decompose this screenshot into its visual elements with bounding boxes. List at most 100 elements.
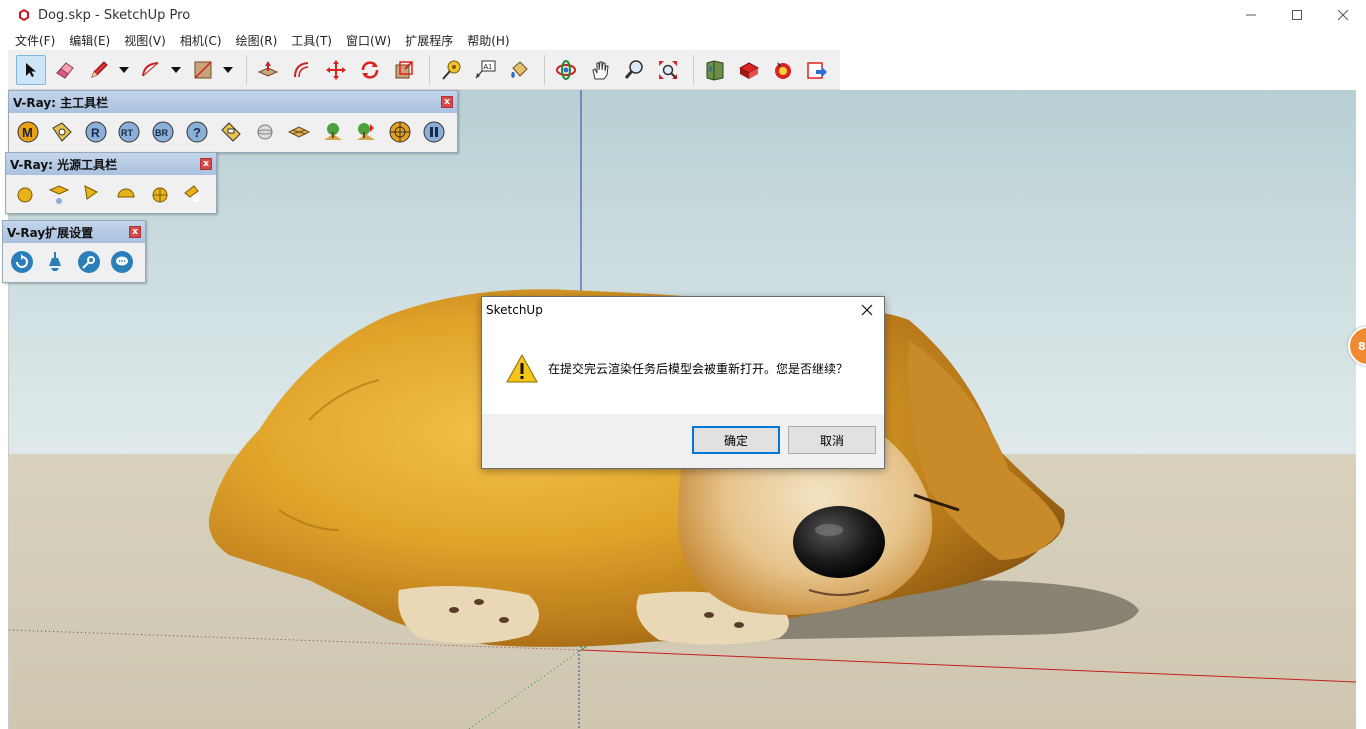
vray-proxy-import-icon [357, 123, 376, 140]
arc-tool-button[interactable] [136, 55, 166, 85]
3d-warehouse-icon [706, 59, 724, 81]
dome-light-button[interactable] [111, 179, 141, 209]
vray-proxy-export-button[interactable] [318, 117, 348, 147]
pan-tool-button[interactable] [585, 55, 615, 85]
dialog-close-button[interactable] [856, 299, 878, 321]
send-to-layout-button[interactable] [802, 55, 832, 85]
rectangle-tool-button[interactable] [188, 55, 218, 85]
paint-bucket-tool-button[interactable] [504, 55, 534, 85]
vray-frame-buffer-button[interactable] [216, 117, 246, 147]
spot-light-icon [84, 185, 99, 200]
vray-fur-button[interactable] [385, 117, 415, 147]
dialog-message: 在提交完云渲染任务后模型会被重新打开。您是否继续？ [548, 362, 849, 376]
rectangle-icon [194, 60, 212, 79]
rotate-tool-button[interactable] [355, 55, 385, 85]
spot-light-button[interactable] [77, 179, 107, 209]
arc-icon [142, 61, 159, 76]
vray-main-toolbar-close-button[interactable]: x [441, 96, 453, 108]
arc-tool-dropdown[interactable] [170, 55, 182, 85]
vray-rt-render-button[interactable]: RT [115, 117, 145, 147]
ok-button[interactable]: 确定 [692, 426, 780, 454]
tape-measure-icon [442, 60, 461, 80]
vray-refresh-button[interactable] [7, 247, 37, 277]
vray-help-button[interactable]: ? [182, 117, 212, 147]
push-pull-tool-button[interactable] [253, 55, 283, 85]
eraser-tool-button[interactable] [50, 55, 80, 85]
vray-material-editor-button[interactable]: M [13, 117, 43, 147]
orbit-icon [556, 59, 576, 80]
vray-light-toolbar-header[interactable]: V-Ray: 光源工具栏 x [6, 153, 216, 175]
vray-render-button[interactable]: R [81, 117, 111, 147]
layout-button[interactable] [768, 55, 798, 85]
vray-sphere-button[interactable] [250, 117, 280, 147]
vray-chat-button[interactable] [108, 247, 138, 277]
toolbar-separator [246, 54, 247, 85]
vray-light-toolbar-close-button[interactable]: x [200, 158, 212, 170]
paint-bucket-icon [511, 60, 528, 78]
offset-tool-button[interactable] [287, 55, 317, 85]
omni-light-button[interactable] [10, 179, 40, 209]
cancel-button[interactable]: 取消 [788, 426, 876, 454]
select-tool-button[interactable] [16, 54, 46, 85]
window-title: Dog.skp - SketchUp Pro [38, 7, 191, 23]
dialog-footer: 确定 取消 [482, 414, 884, 468]
vray-pause-button[interactable] [419, 117, 449, 147]
vray-frame-buffer-icon [221, 122, 241, 142]
red-axis [580, 649, 1356, 683]
menu-help[interactable]: 帮助(H) [460, 32, 516, 49]
dialog-title-bar[interactable]: SketchUp [482, 297, 884, 323]
vray-options-button[interactable] [47, 117, 77, 147]
menu-draw[interactable]: 绘图(R) [229, 32, 285, 49]
menu-window[interactable]: 窗口(W) [339, 32, 398, 49]
dialog-title: SketchUp [486, 303, 543, 317]
rect-light-button[interactable] [44, 179, 74, 209]
text-tool-button[interactable]: A1 [470, 55, 500, 85]
extension-warehouse-button[interactable] [734, 55, 764, 85]
menu-file[interactable]: 文件(F) [8, 32, 62, 49]
maximize-button[interactable] [1274, 0, 1320, 30]
sphere-light-button[interactable] [145, 179, 175, 209]
dog-paw-left [398, 586, 539, 644]
minimize-icon [1246, 14, 1256, 16]
close-button[interactable] [1320, 0, 1366, 30]
toolbar-separator [429, 54, 430, 85]
omni-light-icon [17, 187, 33, 203]
minimize-button[interactable] [1228, 0, 1274, 30]
vray-extension-toolbar-close-button[interactable]: x [129, 226, 141, 238]
tape-measure-tool-button[interactable] [436, 55, 466, 85]
send-to-layout-icon [807, 61, 827, 79]
vray-batch-render-button[interactable]: BR [148, 117, 178, 147]
pencil-line-icon [91, 60, 108, 78]
vray-help-icon: ? [186, 121, 208, 143]
vray-light-toolbar-body [6, 175, 216, 213]
line-tool-dropdown[interactable] [118, 55, 130, 85]
menu-extensions[interactable]: 扩展程序 [398, 32, 460, 49]
vray-render-icon: R [85, 121, 107, 143]
refresh-icon [10, 251, 33, 273]
vray-main-toolbar-body: M R RT BR ? [9, 113, 457, 151]
zoom-tool-button[interactable] [619, 55, 649, 85]
vray-infinite-plane-button[interactable] [284, 117, 314, 147]
scale-tool-button[interactable] [389, 55, 419, 85]
3d-warehouse-button[interactable] [700, 55, 730, 85]
rectangle-tool-dropdown[interactable] [222, 55, 234, 85]
menu-camera[interactable]: 相机(C) [173, 32, 229, 49]
vray-main-toolbar-header[interactable]: V-Ray: 主工具栏 x [9, 91, 457, 113]
line-tool-button[interactable] [84, 55, 114, 85]
move-tool-button[interactable] [321, 55, 351, 85]
menu-view[interactable]: 视图(V) [117, 32, 173, 49]
vray-lamp-button[interactable] [41, 247, 71, 277]
orbit-tool-button[interactable] [551, 55, 581, 85]
zoom-extents-tool-button[interactable] [653, 55, 683, 85]
vray-pause-icon [423, 121, 445, 143]
vray-extension-toolbar-header[interactable]: V-Ray扩展设置 x [3, 221, 145, 243]
title-bar: Dog.skp - SketchUp Pro [0, 0, 1366, 30]
scale-icon [395, 60, 413, 78]
vray-proxy-import-button[interactable] [351, 117, 381, 147]
menu-tools[interactable]: 工具(T) [284, 32, 339, 49]
vray-key-button[interactable] [74, 247, 104, 277]
ies-light-button[interactable] [178, 179, 208, 209]
menu-edit[interactable]: 编辑(E) [62, 32, 117, 49]
warning-icon [506, 353, 538, 382]
vray-extension-toolbar-title: V-Ray扩展设置 [7, 225, 94, 240]
